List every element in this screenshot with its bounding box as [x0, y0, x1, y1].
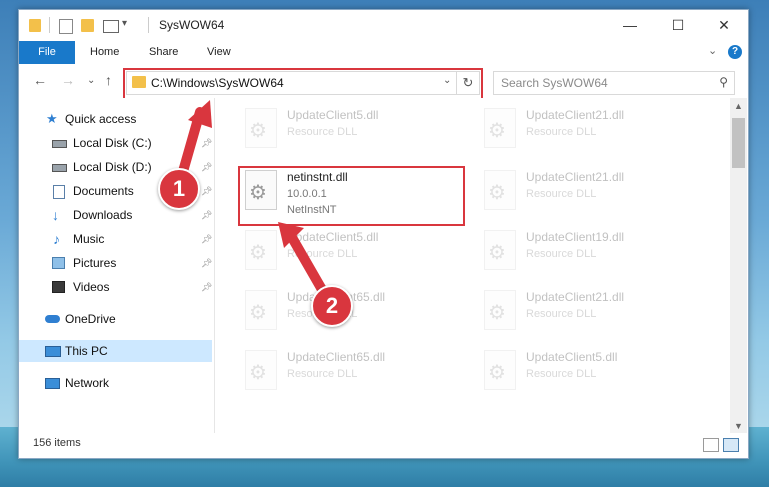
step-2-badge: 2	[311, 285, 353, 327]
callout-arrows	[175, 100, 333, 305]
step-1-badge: 1	[158, 168, 200, 210]
